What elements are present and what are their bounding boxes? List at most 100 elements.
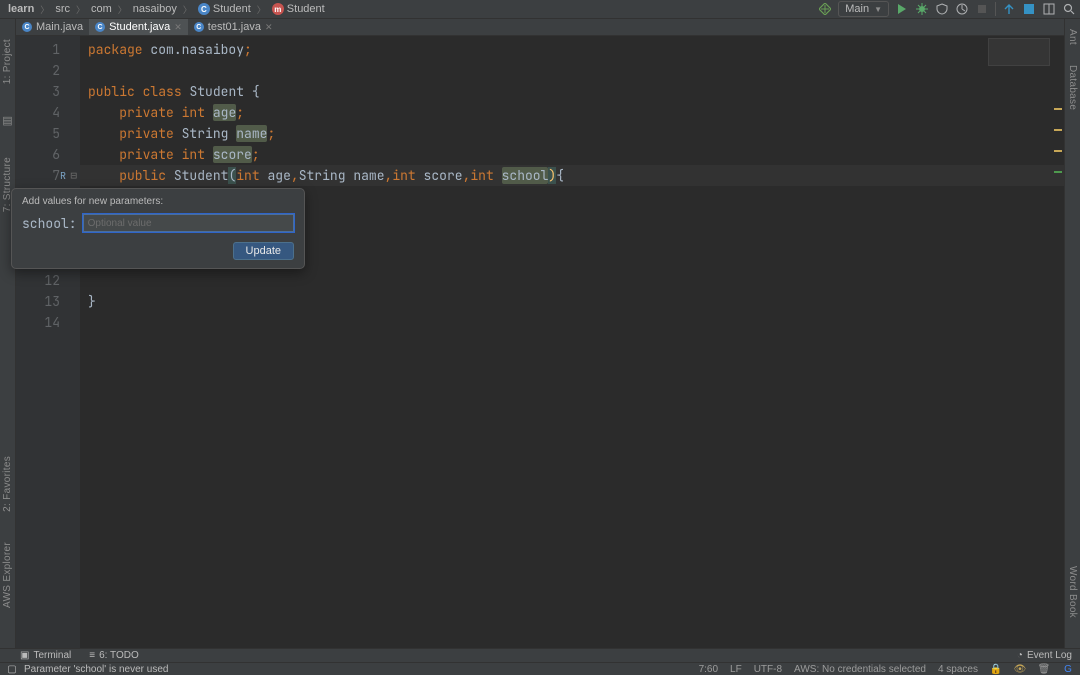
fold-icon[interactable]: ⊟: [70, 169, 77, 183]
code-line[interactable]: [80, 270, 1064, 291]
gutter-line[interactable]: 1: [16, 39, 80, 60]
chevron-right-icon: 〉: [183, 3, 192, 16]
gutter-line[interactable]: 14: [16, 312, 80, 333]
gutter-line[interactable]: 4: [16, 102, 80, 123]
breadcrumb-item-nasaiboy[interactable]: nasaiboy: [129, 3, 181, 15]
code-line[interactable]: public class Student {: [80, 81, 1064, 102]
keyword: private: [119, 104, 174, 121]
code-line[interactable]: private String name;: [80, 123, 1064, 144]
event-log-label: Event Log: [1027, 650, 1072, 661]
code-line[interactable]: package com.nasaiboy;: [80, 39, 1064, 60]
code-line[interactable]: }: [80, 291, 1064, 312]
field-name: name: [236, 125, 267, 142]
chevron-right-icon: 〉: [76, 3, 85, 16]
terminal-icon: ▣: [20, 650, 29, 661]
gutter-line[interactable]: 3: [16, 81, 80, 102]
git-update-icon[interactable]: [1002, 2, 1016, 16]
status-caret-position[interactable]: 7:60: [699, 664, 718, 675]
gutter-line[interactable]: 13: [16, 291, 80, 312]
breadcrumb-label: Student: [287, 3, 325, 15]
tool-window-database[interactable]: Database: [1067, 65, 1078, 110]
code-line[interactable]: private int age;: [80, 102, 1064, 123]
field-name: score: [213, 146, 252, 163]
run-config-label: Main: [845, 3, 869, 15]
added-marker[interactable]: [1054, 171, 1062, 173]
popup-param-label: school:: [22, 215, 77, 232]
warning-marker[interactable]: [1054, 150, 1062, 152]
gutter-line[interactable]: 6: [16, 144, 80, 165]
tool-window-project[interactable]: 1: Project: [2, 39, 13, 84]
field-name: age: [213, 104, 236, 121]
breadcrumb-item-com[interactable]: com: [87, 3, 116, 15]
breadcrumb-label: Student: [213, 3, 251, 15]
status-message: Parameter 'school' is never used: [24, 664, 168, 675]
param-unused: school: [502, 167, 549, 184]
debug-icon[interactable]: [915, 2, 929, 16]
breadcrumb-item-src[interactable]: src: [51, 3, 74, 15]
breadcrumb-item-method[interactable]: mStudent: [268, 3, 329, 15]
breadcrumb-label: com: [91, 3, 112, 15]
lock-icon[interactable]: 🔒: [990, 663, 1002, 675]
run-icon[interactable]: [895, 2, 909, 16]
editor-tab-bar: C Main.java C Student.java ✕ C test01.ja…: [16, 19, 1080, 36]
git-commit-icon[interactable]: [1022, 2, 1036, 16]
tab-main-java[interactable]: C Main.java: [16, 19, 89, 35]
gutter-line[interactable]: 5: [16, 123, 80, 144]
warning-marker[interactable]: [1054, 108, 1062, 110]
breadcrumb-root[interactable]: learn: [4, 3, 38, 15]
code-line[interactable]: [80, 60, 1064, 81]
stop-icon[interactable]: [975, 2, 989, 16]
status-line-separator[interactable]: LF: [730, 664, 742, 675]
error-stripe[interactable]: [1050, 36, 1064, 648]
status-aws[interactable]: AWS: No credentials selected: [794, 664, 926, 675]
gutter-line[interactable]: 2: [16, 60, 80, 81]
editor-layout-icon[interactable]: [1042, 2, 1056, 16]
warning-marker[interactable]: [1054, 129, 1062, 131]
code-line[interactable]: public Student(int age,String name,int s…: [80, 165, 1064, 186]
status-encoding[interactable]: UTF-8: [754, 664, 782, 675]
folder-icon[interactable]: ▤: [2, 114, 12, 127]
code-line[interactable]: private int score;: [80, 144, 1064, 165]
class-name: Student: [189, 83, 244, 100]
chevron-down-icon: ▼: [874, 5, 882, 14]
inspection-icon[interactable]: 👁: [1014, 663, 1026, 675]
build-icon[interactable]: [818, 2, 832, 16]
keyword: int: [470, 167, 493, 184]
tool-window-terminal[interactable]: ▣ Terminal: [20, 650, 71, 661]
tool-window-ant[interactable]: Ant: [1067, 29, 1078, 45]
recursive-call-icon[interactable]: R: [60, 169, 66, 182]
editor-gutter[interactable]: 1 2 3 4 5 6 7R⊟ 8 9 10 11 12 13 14: [16, 36, 80, 648]
gutter-line[interactable]: 7R⊟: [16, 165, 80, 186]
popup-param-input[interactable]: [83, 214, 294, 232]
popup-title: Add values for new parameters:: [22, 196, 294, 207]
code-line[interactable]: [80, 312, 1064, 333]
tab-test01-java[interactable]: C test01.java ✕: [188, 19, 279, 35]
coverage-icon[interactable]: [935, 2, 949, 16]
tool-windows-toggle-icon[interactable]: ▢: [6, 663, 18, 675]
tab-label: test01.java: [208, 21, 261, 33]
breadcrumb-item-class[interactable]: CStudent: [194, 3, 255, 15]
search-icon[interactable]: [1062, 2, 1076, 16]
code-overview-minimap[interactable]: [988, 38, 1050, 66]
profiler-icon[interactable]: [955, 2, 969, 16]
brace: {: [252, 83, 260, 100]
tool-window-favorites[interactable]: 2: Favorites: [2, 456, 13, 512]
tool-window-todo[interactable]: ≡ 6: TODO: [89, 650, 139, 661]
tool-window-aws-explorer[interactable]: AWS Explorer: [2, 542, 13, 608]
run-configuration-selector[interactable]: Main ▼: [838, 1, 889, 17]
close-icon[interactable]: ✕: [265, 22, 273, 33]
comma: ,: [291, 167, 299, 184]
tab-student-java[interactable]: C Student.java ✕: [89, 19, 188, 35]
chevron-right-icon: 〉: [118, 3, 127, 16]
memory-icon[interactable]: 🗑: [1038, 663, 1050, 675]
tool-window-event-log[interactable]: ◔ Event Log: [1017, 650, 1072, 661]
google-icon[interactable]: G: [1062, 663, 1074, 675]
java-class-icon: C: [22, 22, 32, 32]
close-icon[interactable]: ✕: [174, 22, 182, 33]
status-indent[interactable]: 4 spaces: [938, 664, 978, 675]
breadcrumb[interactable]: learn 〉 src 〉 com 〉 nasaiboy 〉 CStudent …: [4, 3, 329, 16]
gutter-line[interactable]: 12: [16, 270, 80, 291]
update-button[interactable]: Update: [233, 242, 294, 260]
tool-window-wordbook[interactable]: Word Book: [1067, 566, 1078, 618]
editor-content[interactable]: package com.nasaiboy; public class Stude…: [80, 36, 1064, 648]
